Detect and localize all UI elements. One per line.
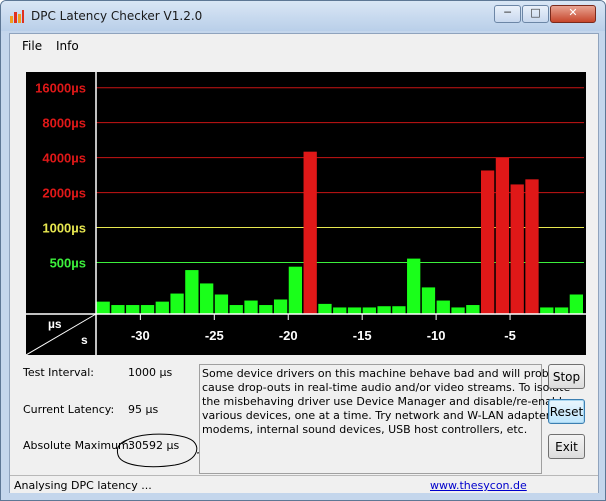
- latency-bar: [229, 305, 243, 314]
- latency-bar: [170, 293, 184, 314]
- current-latency-label: Current Latency:: [23, 403, 115, 416]
- latency-bar: [569, 294, 583, 314]
- latency-bar: [200, 283, 214, 314]
- latency-chart: 16000µs 8000µs 4000µs 2000µs 1000µs 500µs µs s -…: [26, 72, 586, 355]
- menu-file[interactable]: File: [22, 39, 42, 53]
- latency-bar: [126, 305, 140, 314]
- exit-button[interactable]: Exit: [548, 434, 585, 459]
- latency-bar: [407, 258, 421, 314]
- status-bar: Analysing DPC latency ... www.thesycon.d…: [10, 475, 598, 493]
- app-window: DPC Latency Checker V1.2.0 ─ □ ✕ File In…: [0, 0, 606, 501]
- x-unit-label: s: [81, 333, 88, 347]
- message-line: modems, internal sound devices, USB host…: [202, 423, 528, 436]
- latency-bar: [451, 307, 465, 314]
- latency-bar: [96, 301, 110, 314]
- y-tick-label: 2000µs: [42, 186, 86, 201]
- y-tick-label: 4000µs: [42, 151, 86, 166]
- reset-button[interactable]: Reset: [548, 399, 585, 424]
- minimize-icon: ─: [504, 6, 511, 19]
- y-tick-label: 1000µs: [42, 221, 86, 236]
- latency-bar: [140, 305, 155, 314]
- latency-bar: [185, 270, 199, 314]
- latency-bar: [495, 157, 510, 314]
- latency-bar: [362, 307, 376, 314]
- x-tick-label: -25: [205, 328, 224, 343]
- stop-button[interactable]: Stop: [548, 364, 585, 389]
- close-icon: ✕: [568, 6, 578, 19]
- latency-bar: [510, 184, 524, 314]
- window-title: DPC Latency Checker V1.2.0: [31, 9, 203, 23]
- latency-bar: [525, 179, 539, 314]
- x-tick-label: -15: [353, 328, 372, 343]
- x-tick-label: -30: [131, 328, 150, 343]
- latency-bar: [421, 287, 436, 314]
- menu-bar: File Info: [10, 34, 598, 58]
- latency-bar: [480, 170, 495, 314]
- message-line: cause drop-outs in real-time audio and/o…: [202, 381, 571, 394]
- title-bar[interactable]: DPC Latency Checker V1.2.0 ─ □ ✕: [1, 1, 605, 31]
- y-unit-label: µs: [48, 317, 62, 331]
- message-line: the misbehaving driver use Device Manage…: [202, 395, 569, 408]
- latency-bar: [214, 294, 229, 314]
- latency-chart-svg: 16000µs 8000µs 4000µs 2000µs 1000µs 500µs µs s -…: [26, 72, 586, 355]
- latency-bar: [436, 300, 450, 314]
- current-latency-value: 95 µs: [128, 403, 159, 416]
- latency-bar: [377, 306, 391, 314]
- latency-bar: [392, 306, 406, 314]
- latency-bar: [554, 307, 569, 314]
- website-link[interactable]: www.thesycon.de: [430, 479, 527, 492]
- close-button[interactable]: ✕: [550, 5, 596, 23]
- app-icon: [10, 10, 24, 23]
- latency-bar: [155, 301, 169, 314]
- maximize-icon: □: [530, 6, 541, 19]
- client-area: File Info 16000µs 8000µs 4000µs 2000µs 1000µ…: [9, 33, 599, 493]
- maximize-button[interactable]: □: [522, 5, 549, 23]
- latency-bar: [347, 307, 362, 314]
- message-line: Some device drivers on this machine beha…: [202, 367, 572, 380]
- menu-info[interactable]: Info: [56, 39, 79, 53]
- latency-bar: [111, 305, 125, 314]
- latency-bar: [466, 305, 480, 314]
- test-interval-value: 1000 µs: [128, 366, 173, 379]
- x-tick-label: -20: [279, 328, 298, 343]
- latency-bar: [303, 151, 317, 314]
- latency-bar: [540, 307, 554, 314]
- status-text: Analysing DPC latency ...: [14, 479, 152, 492]
- x-tick-label: -5: [504, 328, 516, 343]
- y-tick-label: 16000µs: [35, 81, 86, 96]
- y-tick-label: 8000µs: [42, 116, 86, 131]
- latency-bar: [244, 300, 258, 314]
- latency-bar: [273, 299, 288, 314]
- x-tick-label: -10: [427, 328, 446, 343]
- message-line: various devices, one at a time. Try netw…: [202, 409, 560, 422]
- latency-bar: [288, 266, 303, 314]
- minimize-button[interactable]: ─: [494, 5, 521, 23]
- y-tick-label: 500µs: [50, 255, 86, 270]
- latency-bar: [333, 307, 347, 314]
- test-interval-label: Test Interval:: [23, 366, 94, 379]
- latency-bar: [259, 305, 273, 314]
- latency-bar: [318, 303, 332, 314]
- message-box: Some device drivers on this machine beha…: [199, 364, 572, 474]
